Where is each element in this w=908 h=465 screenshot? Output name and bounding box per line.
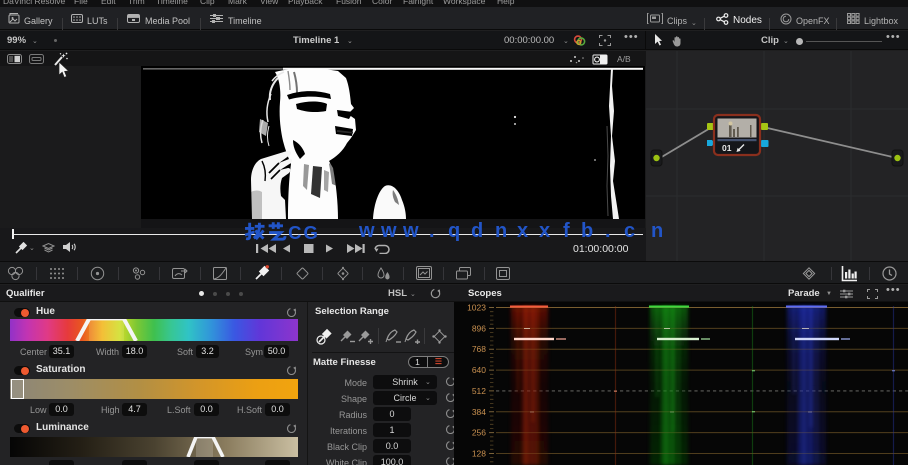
svg-text:640: 640 xyxy=(472,365,486,375)
svg-text:384: 384 xyxy=(472,407,486,417)
svg-text:128: 128 xyxy=(472,449,486,459)
svg-text:01: 01 xyxy=(722,143,732,153)
svg-text:1023: 1023 xyxy=(467,303,486,313)
svg-text:256: 256 xyxy=(472,428,486,438)
svg-text:896: 896 xyxy=(472,323,486,333)
svg-text:768: 768 xyxy=(472,344,486,354)
svg-text:512: 512 xyxy=(472,386,486,396)
